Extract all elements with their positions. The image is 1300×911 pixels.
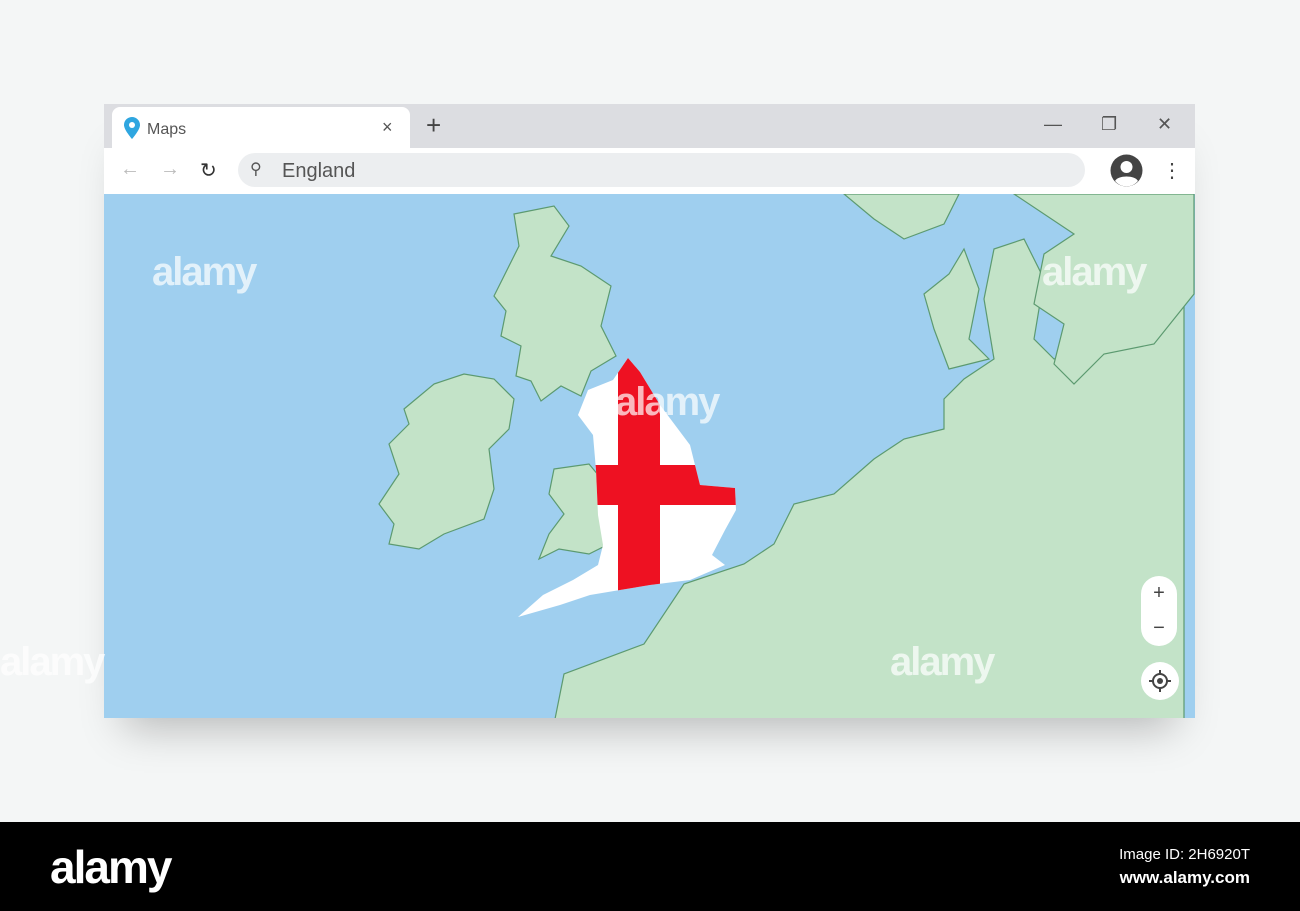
locate-button[interactable] — [1141, 662, 1179, 700]
tab-bar: Maps × + — ❐ ✕ — [104, 104, 1195, 148]
watermark: alamy — [890, 640, 995, 684]
website-link: www.alamy.com — [1119, 868, 1250, 887]
back-button[interactable]: ← — [120, 158, 140, 181]
watermark: alamy — [152, 250, 257, 294]
map-pin-icon — [124, 117, 140, 139]
zoom-out-button[interactable]: − — [1141, 611, 1177, 646]
toolbar: ← → ↻ ⚲ ⋮ — [104, 148, 1195, 194]
watermark: alamy — [615, 380, 720, 424]
footer-bar: alamy Image ID: 2H6920T www.alamy.com — [0, 822, 1300, 911]
address-bar[interactable]: ⚲ — [238, 153, 1085, 187]
watermark: alamy — [0, 640, 105, 684]
profile-avatar-icon[interactable] — [1110, 154, 1143, 187]
norway-tip — [843, 194, 960, 240]
search-input[interactable] — [280, 156, 984, 186]
watermark: alamy — [1042, 250, 1147, 294]
minimize-button[interactable]: — — [1044, 114, 1062, 135]
reload-button[interactable]: ↻ — [200, 158, 217, 183]
map-view[interactable]: + − — [104, 194, 1195, 718]
zoom-control: + − — [1141, 576, 1177, 646]
denmark — [923, 247, 991, 370]
crosshair-icon — [1149, 670, 1171, 692]
new-tab-button[interactable]: + — [426, 110, 441, 141]
forward-button[interactable]: → — [160, 158, 180, 181]
search-icon: ⚲ — [250, 161, 262, 178]
map-canvas — [378, 194, 1195, 718]
close-tab-icon[interactable]: × — [382, 117, 393, 138]
restore-button[interactable]: ❐ — [1101, 114, 1117, 135]
tab-maps[interactable]: Maps × — [112, 107, 410, 148]
close-window-button[interactable]: ✕ — [1157, 114, 1172, 135]
zoom-in-button[interactable]: + — [1141, 576, 1177, 611]
ireland — [378, 373, 515, 550]
alamy-logo: alamy — [50, 841, 172, 893]
menu-icon[interactable]: ⋮ — [1162, 158, 1182, 183]
scotland — [493, 205, 617, 402]
image-id: Image ID: 2H6920T — [1119, 846, 1250, 863]
tab-title: Maps — [147, 121, 187, 138]
